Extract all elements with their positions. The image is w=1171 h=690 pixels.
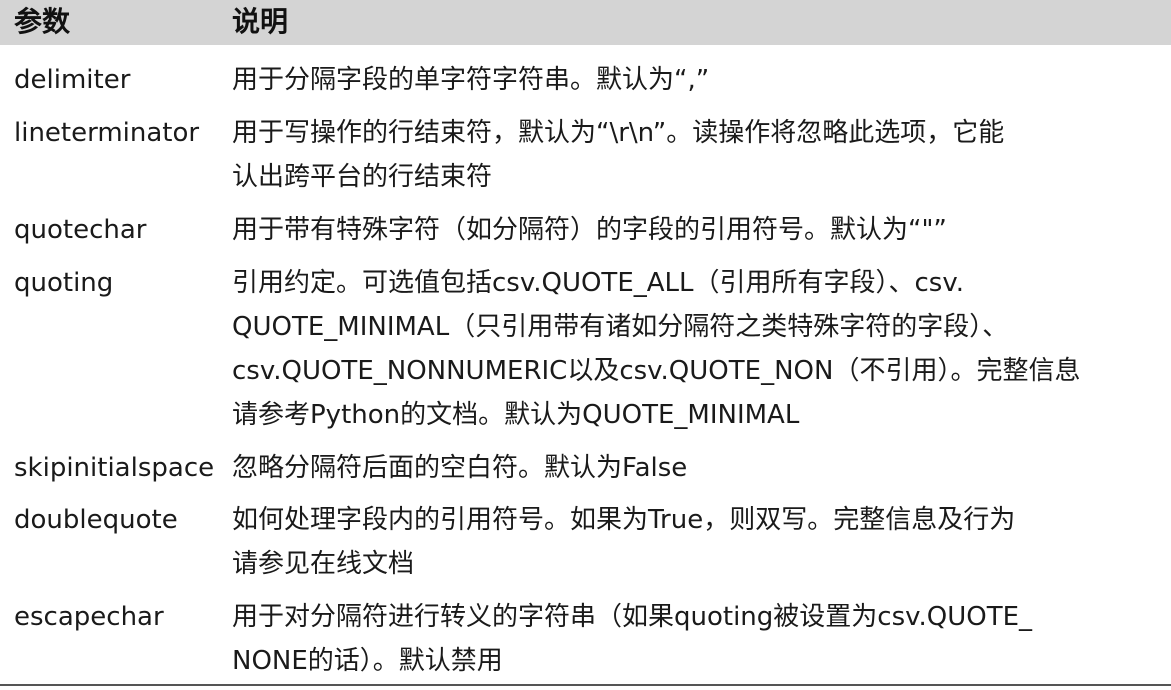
param-name: lineterminator <box>14 118 200 148</box>
description-line: 认出跨平台的行结束符 <box>232 162 493 192</box>
table-header: 参数 说明 <box>0 0 1171 45</box>
param-name: skipinitialspace <box>14 453 215 483</box>
param-name: escapechar <box>14 602 164 632</box>
description-line: 用于对分隔符进行转义的字符串（如果quoting被设置为csv.QUOTE_ <box>232 602 1033 632</box>
param-description: 用于分隔字段的单字符字符串。默认为“,” <box>232 58 1162 102</box>
param-description: 引用约定。可选值包括csv.QUOTE_ALL（引用所有字段）、csv. QUO… <box>232 261 1162 437</box>
description-line: 如何处理字段内的引用符号。如果为True，则双写。完整信息及行为 <box>232 505 1016 535</box>
description-line: QUOTE_MINIMAL（只引用带有诸如分隔符之类特殊字符的字段）、 <box>232 312 1009 342</box>
description-line: 引用约定。可选值包括csv.QUOTE_ALL（引用所有字段）、csv. <box>232 268 964 298</box>
csv-dialect-options-table: 参数 说明 delimiter 用于分隔字段的单字符字符串。默认为“,” lin… <box>0 0 1171 690</box>
table-row: lineterminator 用于写操作的行结束符，默认为“\r\n”。读操作将… <box>0 111 1171 199</box>
header-param: 参数 <box>14 5 71 38</box>
param-name: doublequote <box>14 505 178 535</box>
table-row: skipinitialspace 忽略分隔符后面的空白符。默认为False <box>0 446 1171 492</box>
table-row: escapechar 用于对分隔符进行转义的字符串（如果quoting被设置为c… <box>0 595 1171 683</box>
table-row: quoting 引用约定。可选值包括csv.QUOTE_ALL（引用所有字段）、… <box>0 261 1171 437</box>
param-description: 用于对分隔符进行转义的字符串（如果quoting被设置为csv.QUOTE_ N… <box>232 595 1162 683</box>
description-line: 用于分隔字段的单字符字符串。默认为“,” <box>232 65 710 95</box>
description-line: 忽略分隔符后面的空白符。默认为False <box>232 453 688 483</box>
description-line: 请参考Python的文档。默认为QUOTE_MINIMAL <box>232 400 800 430</box>
param-description: 用于写操作的行结束符，默认为“\r\n”。读操作将忽略此选项，它能 认出跨平台的… <box>232 111 1162 199</box>
description-line: 用于写操作的行结束符，默认为“\r\n”。读操作将忽略此选项，它能 <box>232 118 1005 148</box>
param-description: 用于带有特殊字符（如分隔符）的字段的引用符号。默认为“"” <box>232 208 1162 252</box>
param-name: quoting <box>14 268 114 298</box>
description-line: 用于带有特殊字符（如分隔符）的字段的引用符号。默认为“"” <box>232 215 947 245</box>
table-row: quotechar 用于带有特殊字符（如分隔符）的字段的引用符号。默认为“"” <box>0 208 1171 254</box>
description-line: 请参见在线文档 <box>232 549 415 579</box>
param-description: 忽略分隔符后面的空白符。默认为False <box>232 446 1162 490</box>
param-description: 如何处理字段内的引用符号。如果为True，则双写。完整信息及行为 请参见在线文档 <box>232 498 1162 586</box>
table-row: delimiter 用于分隔字段的单字符字符串。默认为“,” <box>0 58 1171 104</box>
table-bottom-rule <box>0 684 1171 686</box>
param-name: quotechar <box>14 215 147 245</box>
description-line: csv.QUOTE_NONNUMERIC以及csv.QUOTE_NON（不引用）… <box>232 356 1081 386</box>
table-row: doublequote 如何处理字段内的引用符号。如果为True，则双写。完整信… <box>0 498 1171 586</box>
param-name: delimiter <box>14 65 131 95</box>
description-line: NONE的话）。默认禁用 <box>232 646 503 676</box>
header-description: 说明 <box>232 5 289 38</box>
